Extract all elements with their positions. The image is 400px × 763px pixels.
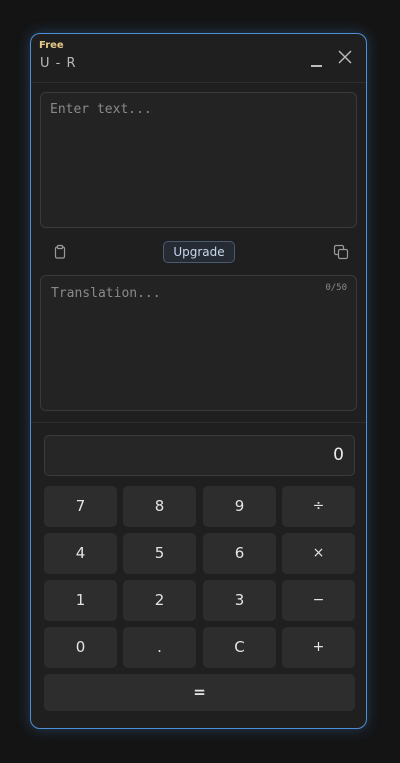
calculator-display: 0 — [44, 435, 355, 476]
key-4[interactable]: 4 — [44, 533, 117, 574]
minimize-icon[interactable] — [307, 48, 327, 68]
window-title: U - R — [40, 56, 77, 71]
key-multiply[interactable]: × — [282, 533, 355, 574]
key-divide[interactable]: ÷ — [282, 486, 355, 527]
action-toolbar: Upgrade — [31, 238, 366, 268]
key-dot[interactable]: . — [123, 627, 196, 668]
key-3[interactable]: 3 — [203, 580, 276, 621]
key-6[interactable]: 6 — [203, 533, 276, 574]
key-1[interactable]: 1 — [44, 580, 117, 621]
translator-window: Free U - R Upgrade Translation... 0/50 0 — [30, 33, 367, 729]
title-bar: Free U - R — [31, 34, 366, 83]
key-equals[interactable]: = — [44, 674, 355, 711]
key-5[interactable]: 5 — [123, 533, 196, 574]
copy-icon[interactable] — [332, 243, 350, 261]
source-text-input[interactable] — [41, 93, 356, 227]
section-divider — [31, 422, 366, 423]
key-clear[interactable]: C — [203, 627, 276, 668]
key-7[interactable]: 7 — [44, 486, 117, 527]
close-icon[interactable] — [336, 48, 356, 68]
key-9[interactable]: 9 — [203, 486, 276, 527]
plan-label: Free — [39, 40, 64, 51]
input-box — [40, 92, 357, 228]
key-minus[interactable]: − — [282, 580, 355, 621]
upgrade-button[interactable]: Upgrade — [163, 241, 235, 263]
key-plus[interactable]: + — [282, 627, 355, 668]
key-8[interactable]: 8 — [123, 486, 196, 527]
translation-placeholder: Translation... — [51, 286, 161, 301]
translation-output: Translation... 0/50 — [40, 275, 357, 411]
key-2[interactable]: 2 — [123, 580, 196, 621]
clipboard-icon[interactable] — [51, 243, 69, 261]
char-counter: 0/50 — [325, 283, 347, 293]
key-0[interactable]: 0 — [44, 627, 117, 668]
